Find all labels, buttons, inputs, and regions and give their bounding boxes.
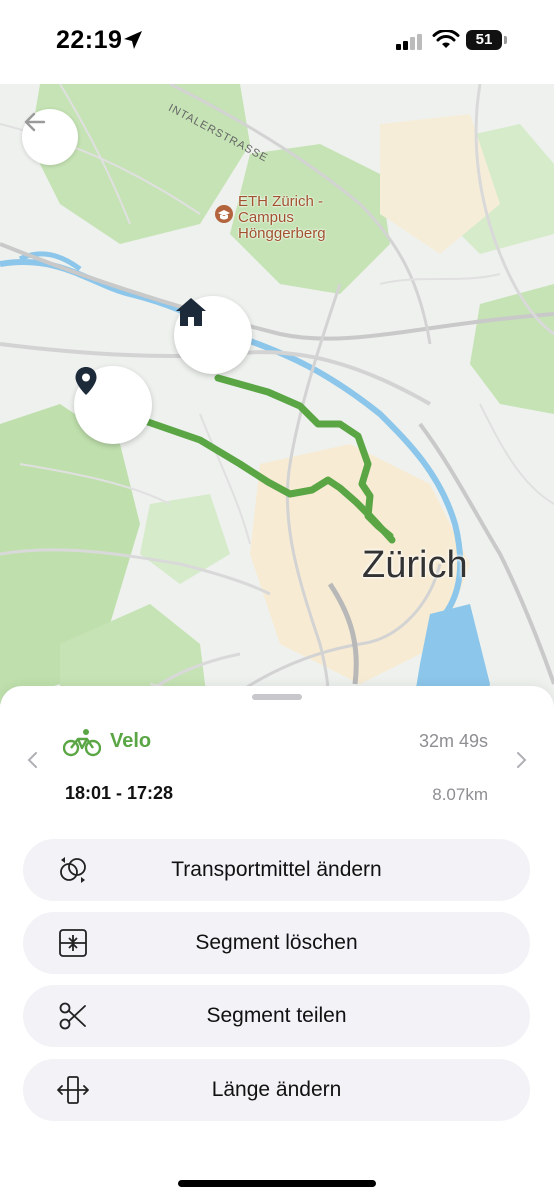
back-button[interactable]	[22, 109, 78, 165]
map-pin-icon	[75, 367, 97, 395]
chevron-right-icon[interactable]	[514, 750, 528, 770]
change-transport-label: Transportmittel ändern	[171, 858, 382, 881]
chevron-left-icon[interactable]	[26, 750, 40, 770]
poi-label-line1: ETH Zürich -	[238, 193, 324, 210]
poi-label-line3: Hönggerberg	[238, 225, 326, 242]
home-indicator[interactable]	[178, 1180, 376, 1187]
segment-sheet: Velo 32m 49s 18:01 - 17:28 8.07km Transp…	[0, 686, 554, 1200]
bicycle-icon	[63, 729, 101, 757]
status-time: 22:19	[56, 26, 123, 54]
signal-bars-icon	[396, 34, 422, 50]
sheet-grabber[interactable]	[252, 694, 302, 700]
wifi-icon	[432, 30, 460, 48]
segment-distance: 8.07km	[432, 785, 488, 804]
change-transport-button[interactable]: Transportmittel ändern	[23, 839, 530, 901]
battery-icon: 51	[466, 30, 502, 50]
transport-mode-label: Velo	[110, 730, 152, 752]
delete-segment-button[interactable]: Segment löschen	[23, 912, 530, 974]
change-length-label: Länge ändern	[211, 1078, 342, 1101]
home-marker[interactable]	[174, 296, 252, 374]
segment-time-range: 18:01 - 17:28	[65, 783, 174, 803]
change-length-button[interactable]: Länge ändern	[23, 1059, 530, 1121]
city-label: Zürich	[362, 544, 468, 586]
poi-label: ETH Zürich - Campus Hönggerberg	[238, 194, 326, 242]
status-bar: 22:19 51	[0, 0, 554, 84]
map-view[interactable]: INTALERSTRASSE ETH Zürich - Campus Höngg…	[0, 84, 554, 724]
home-icon	[176, 298, 206, 326]
location-marker[interactable]	[74, 366, 152, 444]
segment-duration: 32m 49s	[418, 731, 488, 751]
delete-segment-label: Segment löschen	[195, 931, 358, 954]
location-arrow-icon	[124, 31, 142, 49]
battery-cap	[504, 36, 507, 44]
split-segment-button[interactable]: Segment teilen	[23, 985, 530, 1047]
split-segment-label: Segment teilen	[206, 1004, 347, 1027]
back-arrow-icon	[24, 112, 46, 132]
poi-label-line2: Campus	[238, 209, 294, 226]
